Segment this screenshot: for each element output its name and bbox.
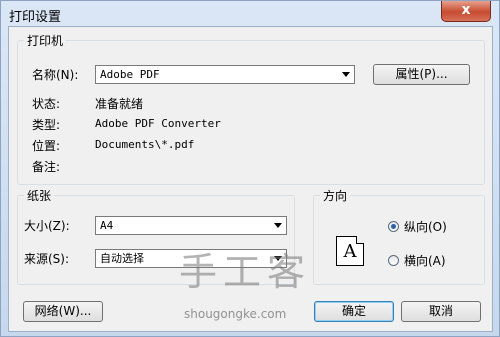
- portrait-radio[interactable]: 纵向(O): [388, 218, 447, 235]
- printer-name-value: Adobe PDF: [100, 68, 160, 81]
- status-label: 状态:: [32, 97, 61, 111]
- printer-name-select[interactable]: Adobe PDF: [95, 65, 355, 84]
- page-letter: A: [343, 241, 357, 262]
- type-value: Adobe PDF Converter: [95, 117, 221, 130]
- chevron-down-icon: [274, 223, 282, 228]
- watermark-url: shougongke.com: [184, 307, 287, 321]
- close-button[interactable]: x: [441, 1, 491, 22]
- chevron-down-icon: [342, 72, 350, 77]
- properties-button[interactable]: 属性(P)...: [373, 64, 470, 85]
- watermark-text: 手工客: [179, 250, 312, 294]
- close-icon: x: [461, 2, 471, 18]
- paper-size-label: 大小(Z):: [24, 219, 70, 233]
- location-label: 位置:: [32, 139, 61, 153]
- orientation-group: 方向 A 纵向(O) 横向(A): [313, 187, 485, 285]
- landscape-label: 横向(A): [404, 254, 446, 268]
- printer-name-label: 名称(N):: [32, 68, 79, 82]
- radio-selected-icon: [388, 221, 399, 232]
- landscape-radio[interactable]: 横向(A): [388, 252, 446, 269]
- print-setup-window: 打印设置 x 打印机 名称(N): Adobe PDF 属性(P)... 状态:…: [0, 0, 500, 337]
- paper-size-value: A4: [100, 219, 114, 232]
- location-value: Documents\*.pdf: [95, 138, 195, 151]
- type-label: 类型:: [32, 118, 61, 132]
- orientation-group-label: 方向: [320, 187, 351, 204]
- paper-source-label: 来源(S):: [24, 252, 70, 266]
- radio-unselected-icon: [388, 255, 399, 266]
- ok-button[interactable]: 确定: [314, 301, 394, 322]
- paper-size-select[interactable]: A4: [95, 216, 287, 235]
- portrait-label: 纵向(O): [404, 220, 447, 234]
- portrait-page-icon: A: [336, 236, 364, 266]
- cancel-button[interactable]: 取消: [401, 301, 481, 322]
- paper-group-label: 纸张: [24, 187, 55, 204]
- window-title: 打印设置: [9, 10, 62, 25]
- paper-source-value: 自动选择: [100, 252, 144, 265]
- network-button[interactable]: 网络(W)...: [23, 301, 103, 322]
- status-value: 准备就绪: [95, 97, 144, 111]
- printer-group: 打印机 名称(N): Adobe PDF 属性(P)... 状态: 准备就绪 类…: [17, 32, 485, 185]
- comment-label: 备注:: [32, 160, 61, 174]
- printer-group-label: 打印机: [24, 32, 67, 49]
